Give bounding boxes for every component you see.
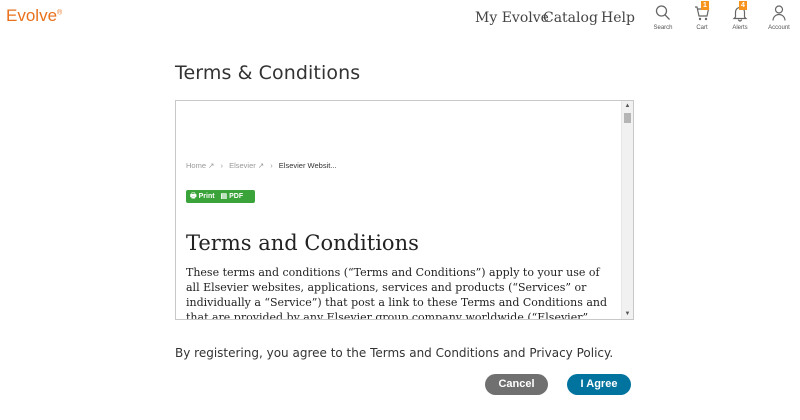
search-icon (655, 5, 670, 20)
account-label: Account (768, 25, 790, 31)
print-label: Print (198, 193, 215, 200)
scroll-thumb[interactable] (624, 113, 631, 123)
terms-scrollbar[interactable]: ▲ ▼ (621, 101, 633, 319)
document-body: These terms and conditions (“Terms and C… (186, 266, 608, 319)
search-label: Search (653, 25, 673, 31)
alerts-label: Alerts (732, 25, 748, 31)
print-pdf-button[interactable]: 🖶 Print ▤ PDF (186, 190, 255, 203)
breadcrumb-separator: › (220, 161, 223, 170)
account-button[interactable]: Account (761, 4, 797, 31)
breadcrumb-separator: › (270, 161, 273, 170)
terms-content: Home ↗ › Elsevier ↗ › Elsevier Websit...… (176, 101, 621, 319)
nav-help[interactable]: Help (601, 10, 635, 26)
page-title: Terms & Conditions (175, 62, 361, 84)
search-button[interactable]: Search (645, 4, 681, 31)
logo-text: Evolve (6, 6, 58, 25)
breadcrumb-elsevier[interactable]: Elsevier ↗ (229, 161, 264, 170)
user-icon (772, 5, 786, 21)
pdf-label: PDF (229, 193, 244, 200)
printer-icon: 🖶 (190, 193, 197, 200)
scroll-up-arrow-icon[interactable]: ▲ (622, 101, 633, 111)
evolve-logo[interactable]: Evolve® (6, 6, 62, 26)
breadcrumb: Home ↗ › Elsevier ↗ › Elsevier Websit... (186, 161, 337, 170)
scroll-down-arrow-icon[interactable]: ▼ (622, 309, 633, 319)
pdf-icon: ▤ (220, 193, 228, 200)
cancel-button[interactable]: Cancel (485, 374, 548, 395)
breadcrumb-current: Elsevier Websit... (278, 161, 337, 170)
breadcrumb-home[interactable]: Home ↗ (186, 161, 214, 170)
nav-my-evolve[interactable]: My Evolve (475, 10, 549, 26)
alerts-button[interactable]: 4 Alerts (722, 1, 758, 31)
cart-badge: 1 (701, 1, 709, 10)
cart-label: Cart (696, 25, 708, 31)
cart-button[interactable]: 1 Cart (684, 1, 720, 31)
consent-text: By registering, you agree to the Terms a… (175, 346, 614, 360)
logo-trademark: ® (57, 9, 63, 17)
agree-button[interactable]: I Agree (567, 374, 631, 395)
alerts-badge: 4 (739, 1, 747, 10)
nav-catalog[interactable]: Catalog (543, 10, 598, 26)
document-title: Terms and Conditions (186, 231, 419, 255)
terms-iframe[interactable]: Home ↗ › Elsevier ↗ › Elsevier Websit...… (175, 100, 634, 320)
